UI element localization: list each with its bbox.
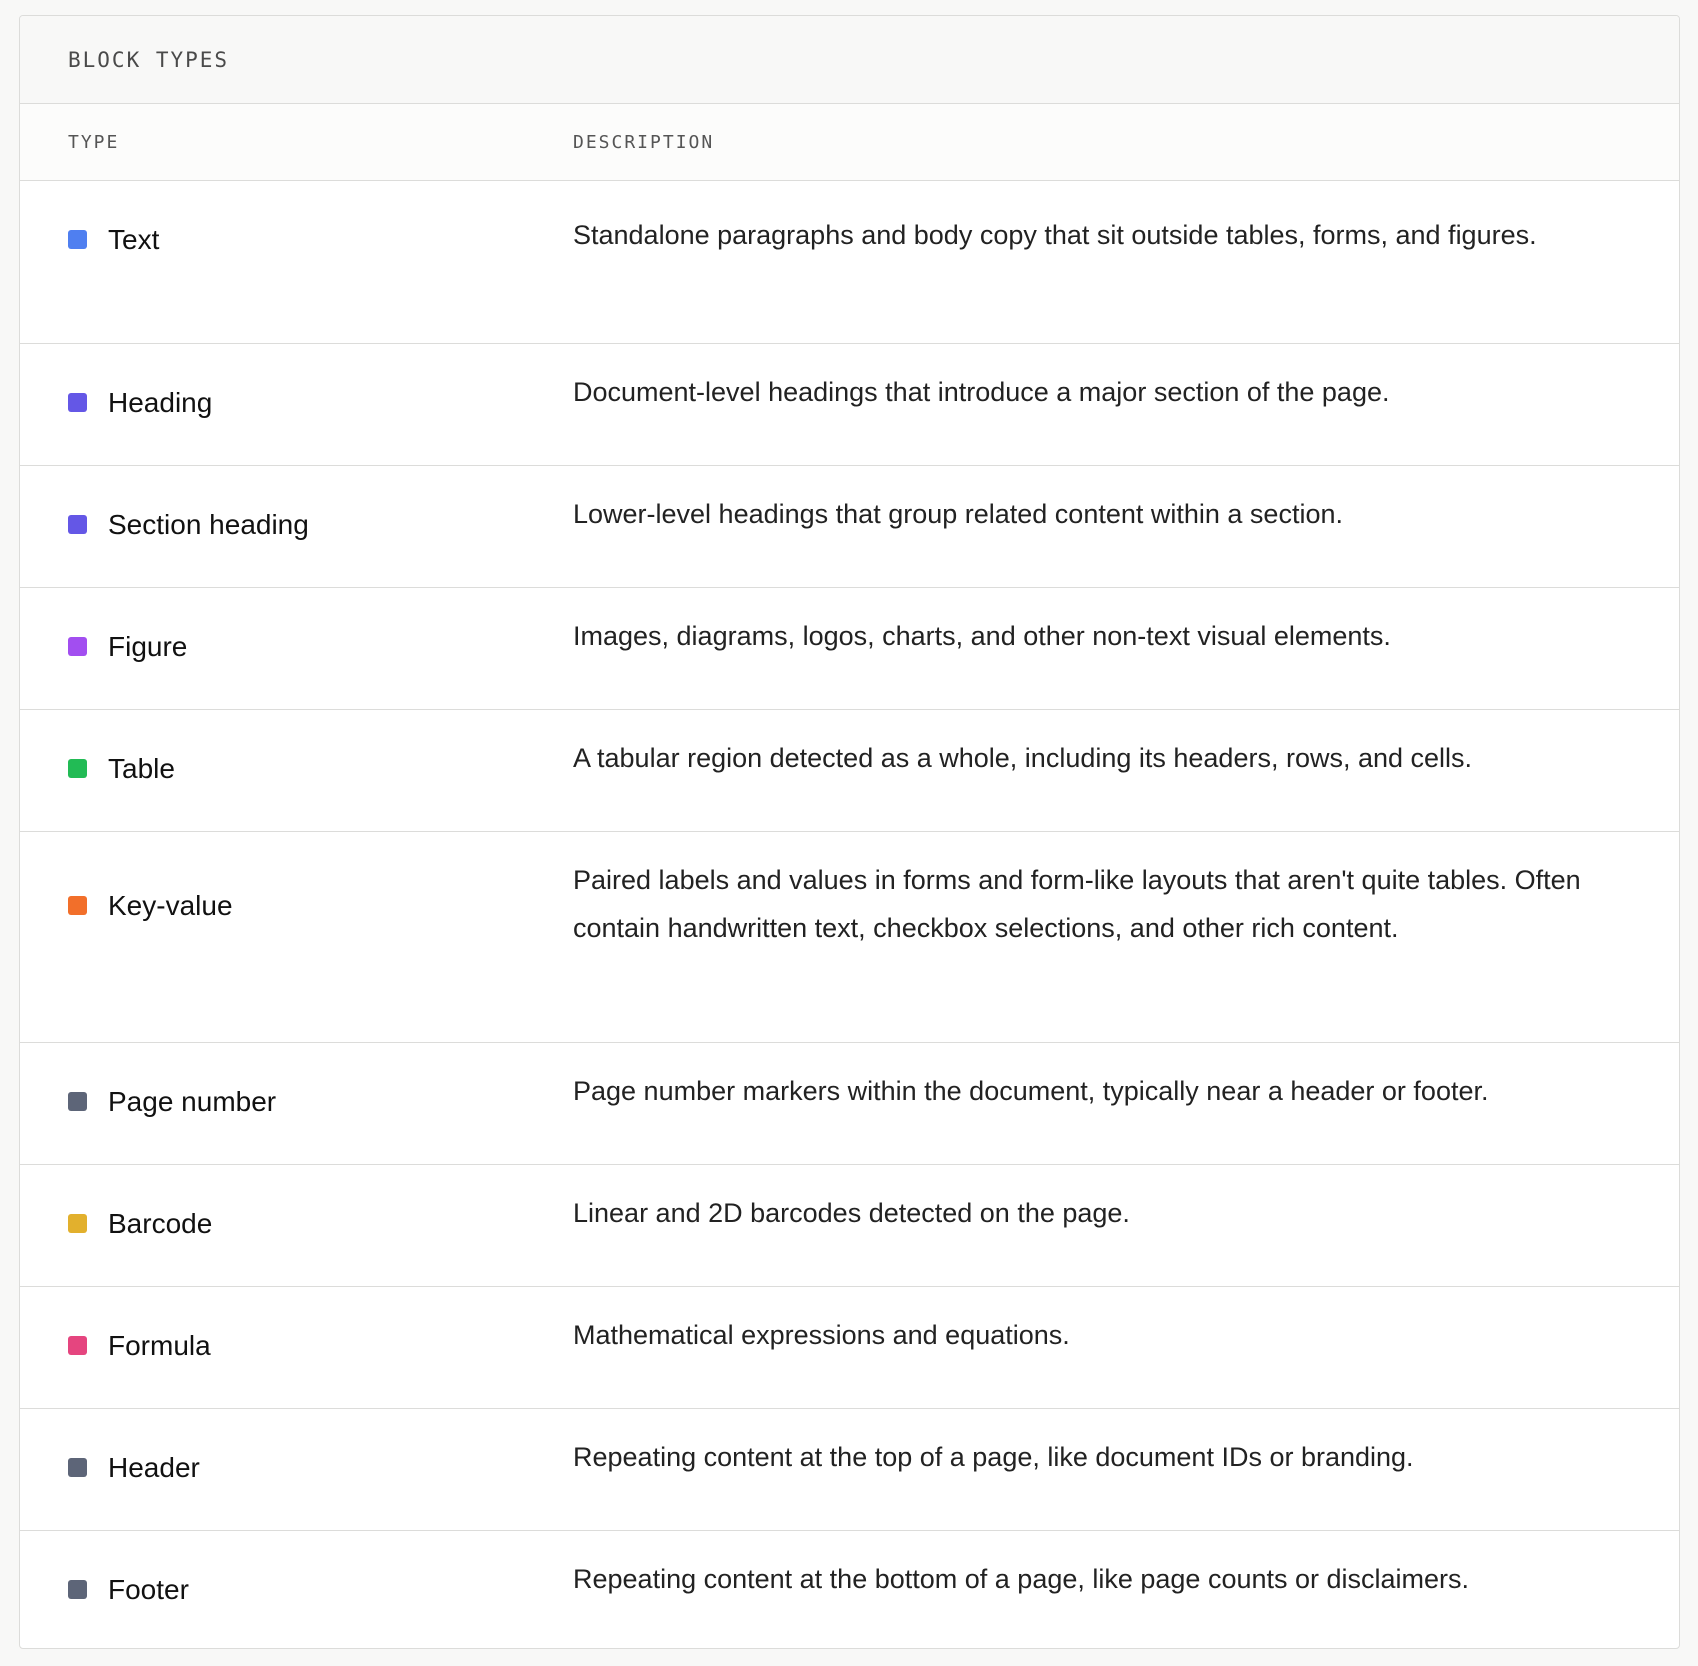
color-swatch — [68, 1214, 87, 1233]
color-swatch — [68, 896, 87, 915]
table-row: Header Repeating content at the top of a … — [20, 1409, 1679, 1531]
type-label: Formula — [108, 1330, 211, 1361]
type-label: Heading — [108, 387, 213, 418]
table-row: Table A tabular region detected as a whol… — [20, 710, 1679, 832]
table-row: Formula Mathematical expressions and equa… — [20, 1287, 1679, 1409]
type-cell: Formula — [20, 1287, 573, 1408]
type-cell: Table — [20, 710, 573, 831]
color-swatch — [68, 1580, 87, 1599]
color-swatch — [68, 393, 87, 412]
type-label: Table — [108, 753, 175, 784]
panel-title: BLOCK TYPES — [68, 47, 230, 72]
column-header-description: DESCRIPTION — [573, 131, 715, 153]
table-row: Key-value Paired labels and values in for… — [20, 832, 1679, 1043]
color-swatch — [68, 1336, 87, 1355]
type-label: Text — [108, 224, 160, 255]
type-cell: Page number — [20, 1043, 573, 1164]
description-cell: Lower-level headings that group related … — [573, 499, 1343, 529]
table-row: Footer Repeating content at the bottom of… — [20, 1531, 1679, 1648]
type-cell: Section heading — [20, 466, 573, 587]
color-swatch — [68, 515, 87, 534]
type-cell: Footer — [20, 1531, 573, 1648]
type-label: Key-value — [108, 890, 233, 921]
panel-header: BLOCK TYPES — [20, 16, 1679, 104]
type-label: Section heading — [108, 509, 309, 540]
type-cell: Key-value — [20, 832, 573, 1042]
table-row: Figure Images, diagrams, logos, charts, a… — [20, 588, 1679, 710]
block-types-panel: BLOCK TYPES TYPE DESCRIPTION Text Standal… — [19, 15, 1680, 1649]
description-cell: Images, diagrams, logos, charts, and oth… — [573, 621, 1391, 651]
type-cell: Heading — [20, 344, 573, 465]
table-row: Text Standalone paragraphs and body copy … — [20, 181, 1679, 344]
color-swatch — [68, 637, 87, 656]
type-cell: Figure — [20, 588, 573, 709]
description-cell: Page number markers within the document,… — [573, 1076, 1489, 1106]
type-label: Page number — [108, 1086, 277, 1117]
description-cell: Repeating content at the bottom of a pag… — [573, 1564, 1470, 1594]
description-cell: Mathematical expressions and equations. — [573, 1320, 1070, 1350]
type-label: Header — [108, 1452, 200, 1483]
description-cell: Linear and 2D barcodes detected on the p… — [573, 1198, 1130, 1228]
type-label: Barcode — [108, 1208, 213, 1239]
column-header-type: TYPE — [68, 131, 120, 153]
color-swatch — [68, 1092, 87, 1111]
table-body: Text Standalone paragraphs and body copy … — [20, 181, 1679, 1648]
color-swatch — [68, 230, 87, 249]
table-row: Barcode Linear and 2D barcodes detected o… — [20, 1165, 1679, 1287]
type-cell: Text — [20, 181, 573, 343]
type-cell: Barcode — [20, 1165, 573, 1286]
type-label: Footer — [108, 1574, 189, 1605]
table-row: Page number Page number markers within th… — [20, 1043, 1679, 1165]
table-row: Heading Document-level headings that intr… — [20, 344, 1679, 466]
type-cell: Header — [20, 1409, 573, 1530]
color-swatch — [68, 1458, 87, 1477]
description-cell: Standalone paragraphs and body copy that… — [573, 220, 1537, 250]
table-header: TYPE DESCRIPTION — [20, 104, 1679, 181]
description-cell: Document-level headings that introduce a… — [573, 377, 1390, 407]
type-label: Figure — [108, 631, 188, 662]
description-cell: A tabular region detected as a whole, in… — [573, 743, 1473, 773]
table-row: Section heading Lower-level headings that… — [20, 466, 1679, 588]
description-cell: Paired labels and values in forms and fo… — [573, 865, 1581, 943]
color-swatch — [68, 759, 87, 778]
description-cell: Repeating content at the top of a page, … — [573, 1442, 1414, 1472]
